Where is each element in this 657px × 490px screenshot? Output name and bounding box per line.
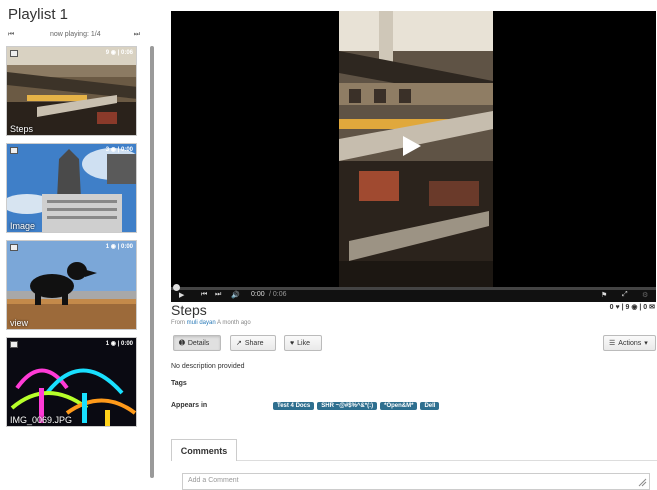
thumbnail-image [7,241,136,329]
now-playing-label: now playing: 1/4 [50,31,101,38]
like-button[interactable]: ♥ Like [284,335,322,351]
item-label: Steps [10,124,34,134]
appears-in-label: Appears in [171,402,208,409]
thumbnail-image [7,47,136,135]
details-button[interactable]: ➊ Details [173,335,221,351]
from-prefix: From [171,320,185,326]
tags-label: Tags [171,380,187,387]
player-controls: ▶ ⏮ ⏭ 🔊 0:00 / 0:06 ⚑ ⤢ ⚙ [171,284,656,302]
playlist-title: Playlist 1 [8,6,69,23]
media-counts: 0 ♥ | 9 ◉ | 0 ✉ [609,304,655,311]
playlist-item[interactable]: 1 ◉ | 0:00 view [6,240,137,330]
details-label: Details [187,339,210,347]
info-icon: ➊ [179,340,185,347]
image-type-icon [10,341,18,348]
playlist-tag[interactable]: Dell [420,402,440,410]
flag-icon[interactable]: ⚑ [601,291,607,299]
progress-handle[interactable] [173,284,180,291]
appears-in-list: Test 4 Docs SHR ~@#$%^&*(:) *Open&M* Del… [273,402,440,410]
item-label: view [10,318,29,328]
settings-icon[interactable]: ⚙ [642,291,648,299]
like-label: Like [297,339,310,347]
scrollbar-thumb[interactable] [150,46,154,478]
playlist-item[interactable]: 9 ◉ | 0:06 Steps [6,46,137,136]
playlist-scrollbar[interactable] [150,46,154,478]
duration: / 0:06 [269,291,287,298]
media-title: Steps [171,302,207,318]
playlist-tag[interactable]: Test 4 Docs [273,402,315,410]
item-stats: 1 ◉ | 0:00 [105,244,133,250]
play-overlay-icon[interactable] [397,133,423,159]
image-type-icon [10,244,18,251]
list-icon: ☰ [609,340,616,347]
description: No description provided [171,363,245,370]
comments-tab[interactable]: Comments [171,439,237,461]
heart-icon: ♥ [290,339,295,347]
skip-forward-icon[interactable]: ⏭ [134,31,140,39]
comment-input[interactable]: Add a Comment [182,473,650,490]
playlist-items: 9 ◉ | 0:06 Steps 3 ◉ | 0:00 Image 1 ◉ | … [6,46,138,434]
chevron-down-icon: ▾ [644,340,648,347]
skip-forward-icon[interactable]: ⏭ [215,291,221,299]
thumbnail-image [7,338,136,426]
media-byline: From muli dayan A month ago [171,320,251,326]
actions-button[interactable]: ☰ Actions ▾ [603,335,656,351]
upload-age: A month ago [217,320,251,326]
current-time: 0:00 [251,291,265,298]
item-stats: 9 ◉ | 0:06 [105,50,133,56]
comments-divider [237,460,657,461]
video-player[interactable]: ▶ ⏮ ⏭ 🔊 0:00 / 0:06 ⚑ ⤢ ⚙ [171,11,656,302]
share-button[interactable]: ↗ Share [230,335,276,351]
playlist-item[interactable]: 3 ◉ | 0:00 Image [6,143,137,233]
resize-handle-icon[interactable] [637,477,647,487]
playlist-tag[interactable]: *Open&M* [380,402,418,410]
item-label: IMG_0069.JPG [10,415,73,425]
image-type-icon [10,147,18,154]
progress-bar[interactable] [171,284,656,291]
video-type-icon [10,50,18,57]
playlist-nav: ⏮ now playing: 1/4 ⏭ [8,31,140,41]
skip-back-icon[interactable]: ⏮ [8,31,14,39]
skip-back-icon[interactable]: ⏮ [201,291,207,299]
item-stats: 3 ◉ | 0:00 [105,147,133,153]
play-icon[interactable]: ▶ [179,291,184,299]
thumbnail-image [7,144,136,232]
media-page: Playlist 1 ⏮ now playing: 1/4 ⏭ 9 ◉ | 0:… [0,0,657,490]
item-stats: 1 ◉ | 0:00 [105,341,133,347]
playlist-item[interactable]: 1 ◉ | 0:00 IMG_0069.JPG [6,337,137,427]
fullscreen-icon[interactable]: ⤢ [622,291,628,299]
share-label: Share [244,339,264,347]
volume-icon[interactable]: 🔊 [231,291,240,299]
playlist-tag[interactable]: SHR ~@#$%^&*(:) [317,402,378,410]
actions-label: Actions [618,339,642,347]
item-label: Image [10,221,36,231]
owner-link[interactable]: muli dayan [187,320,216,326]
playlist-panel: Playlist 1 ⏮ now playing: 1/4 ⏭ 9 ◉ | 0:… [4,6,158,478]
comment-placeholder: Add a Comment [188,477,239,484]
share-icon: ↗ [236,340,242,347]
